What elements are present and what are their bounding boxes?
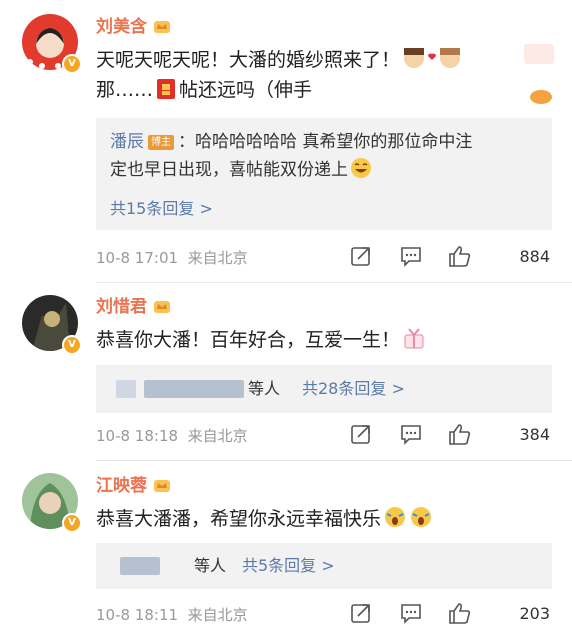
comment-text: 天呢天呢天呢！大潘的婚纱照来了！ 那…… 帖还远吗（伸手 xyxy=(96,45,536,105)
action-bar: 884 xyxy=(350,245,550,269)
reply-count-prefix: 等人 xyxy=(194,556,227,575)
username[interactable]: 江映蓉 xyxy=(96,475,171,497)
comment-1: V 刘美含 天呢天呢天呢！大潘的婚纱照来了！ 那…… 帖还远吗（伸手 潘辰 博主 ：哈… xyxy=(0,0,572,285)
divider xyxy=(96,460,572,461)
comment-icon[interactable] xyxy=(400,245,422,267)
comment-text: 恭喜大潘潘，希望你永远幸福快乐 xyxy=(96,504,536,534)
deco-icon xyxy=(530,90,552,104)
share-icon[interactable] xyxy=(350,602,372,624)
comment-2: V 刘惜君 恭喜你大潘！百年好合，互爱一生！ 等人 共28条回复 > 10-8 … xyxy=(0,285,572,463)
like-count: 203 xyxy=(519,604,550,623)
blurred-username xyxy=(144,380,244,398)
reply-count-prefix: 等人 xyxy=(248,379,281,398)
verified-badge-icon: V xyxy=(62,335,82,355)
comment-text: 恭喜你大潘！百年好合，互爱一生！ xyxy=(96,325,536,355)
verified-badge-icon: V xyxy=(62,54,82,74)
blurred-avatar xyxy=(116,380,136,398)
comment-meta: 10-8 18:18 来自北京 xyxy=(96,427,248,445)
comment-3: V 江映蓉 恭喜大潘潘，希望你永远幸福快乐 等人 共5条回复 > 10-8 18… xyxy=(0,463,572,640)
crown-icon xyxy=(154,301,170,313)
action-bar: 203 xyxy=(350,602,550,626)
cry-emoji-icon xyxy=(385,507,432,527)
couple-emoji-icon xyxy=(404,48,461,68)
username[interactable]: 刘美含 xyxy=(96,16,171,38)
view-replies-link[interactable]: 共5条回复 > xyxy=(242,555,335,577)
laugh-emoji-icon xyxy=(351,158,371,178)
share-icon[interactable] xyxy=(350,245,372,267)
verified-badge-icon: V xyxy=(62,513,82,533)
comment-icon[interactable] xyxy=(400,602,422,624)
reply-username[interactable]: 潘辰 xyxy=(110,132,144,152)
gift-emoji-icon xyxy=(404,328,424,349)
reply-preview: 潘辰 博主 ：哈哈哈哈哈哈 真希望你的那位命中注 定也早日出现，喜帖能双份递上 xyxy=(110,132,473,180)
reply-box[interactable]: 等人 共5条回复 > xyxy=(96,543,552,589)
like-icon[interactable] xyxy=(448,423,472,445)
like-count: 884 xyxy=(519,247,550,266)
view-replies-link[interactable]: 共15条回复 > xyxy=(110,198,213,220)
comment-meta: 10-8 17:01 来自北京 xyxy=(96,249,248,267)
like-icon[interactable] xyxy=(448,245,472,267)
like-count: 384 xyxy=(519,425,550,444)
username[interactable]: 刘惜君 xyxy=(96,296,171,318)
crown-icon xyxy=(154,21,170,33)
red-envelope-icon xyxy=(157,79,176,99)
blurred-username xyxy=(120,557,160,575)
action-bar: 384 xyxy=(350,423,550,447)
share-icon[interactable] xyxy=(350,423,372,445)
reply-box[interactable]: 等人 共28条回复 > xyxy=(96,365,552,413)
view-replies-link[interactable]: 共28条回复 > xyxy=(302,378,405,400)
reply-box[interactable]: 潘辰 博主 ：哈哈哈哈哈哈 真希望你的那位命中注 定也早日出现，喜帖能双份递上 共1… xyxy=(96,118,552,230)
comment-icon[interactable] xyxy=(400,423,422,445)
like-icon[interactable] xyxy=(448,602,472,624)
divider xyxy=(96,282,572,283)
crown-icon xyxy=(154,480,170,492)
author-tag: 博主 xyxy=(148,135,174,150)
comment-meta: 10-8 18:11 来自北京 xyxy=(96,606,248,624)
